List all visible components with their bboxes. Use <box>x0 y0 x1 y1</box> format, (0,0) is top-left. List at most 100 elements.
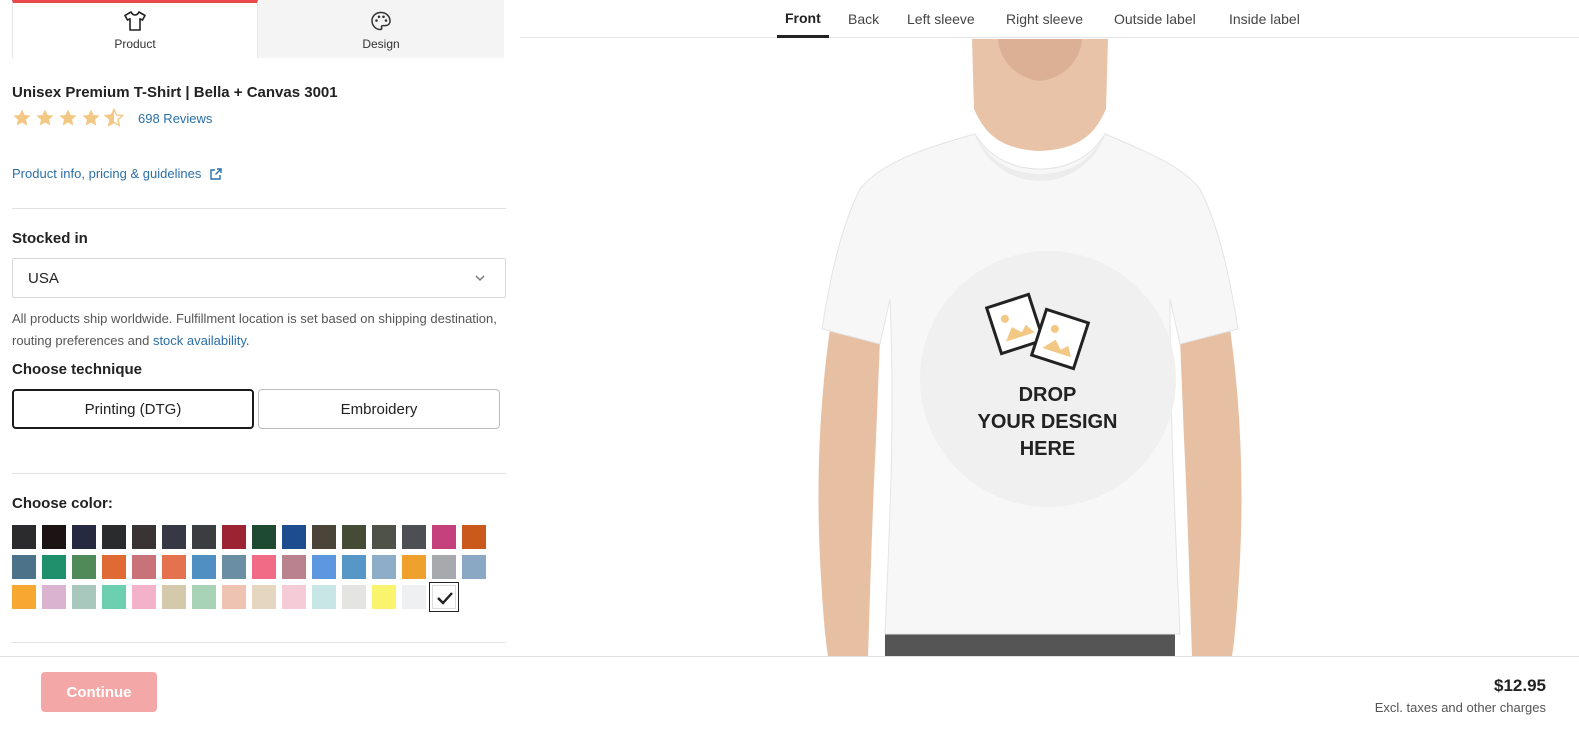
shipping-note-text: All products ship worldwide. Fulfillment… <box>12 311 497 348</box>
color-swatch[interactable] <box>432 555 456 579</box>
product-rating: 698 Reviews <box>12 108 212 128</box>
drop-text-line2: YOUR DESIGN <box>977 411 1118 433</box>
color-swatch[interactable] <box>402 555 426 579</box>
color-swatch[interactable] <box>222 585 246 609</box>
color-swatch[interactable] <box>342 525 366 549</box>
color-swatch-row <box>12 582 492 612</box>
color-swatch[interactable] <box>12 585 36 609</box>
stock-location-select[interactable]: USA <box>12 258 506 298</box>
chevron-down-icon <box>475 275 485 282</box>
color-swatch[interactable] <box>342 555 366 579</box>
color-swatch[interactable] <box>132 525 156 549</box>
tab-design-label: Design <box>362 36 400 51</box>
color-swatch[interactable] <box>372 585 396 609</box>
color-swatch[interactable] <box>312 585 336 609</box>
color-swatch[interactable] <box>222 555 246 579</box>
color-swatch[interactable] <box>72 555 96 579</box>
continue-button[interactable]: Continue <box>41 672 157 712</box>
tab-product[interactable]: Product <box>12 0 258 58</box>
color-swatch[interactable] <box>102 525 126 549</box>
technique-label: Choose technique <box>12 361 143 378</box>
color-swatch[interactable] <box>72 585 96 609</box>
color-swatch[interactable] <box>162 555 186 579</box>
color-swatch[interactable] <box>372 555 396 579</box>
color-swatch[interactable] <box>42 525 66 549</box>
checkmark-icon <box>437 592 453 605</box>
view-tab-outside-label[interactable]: Outside label <box>1114 0 1196 38</box>
color-swatch[interactable] <box>312 555 336 579</box>
star-full-icon <box>82 109 100 126</box>
color-label: Choose color: <box>12 495 113 512</box>
reviews-link[interactable]: 698 Reviews <box>138 111 212 126</box>
color-swatch[interactable] <box>462 555 486 579</box>
divider <box>12 208 506 209</box>
footer-divider <box>0 656 1579 657</box>
divider <box>12 642 506 643</box>
price-note: Excl. taxes and other charges <box>1374 700 1546 715</box>
color-swatch[interactable] <box>12 525 36 549</box>
color-swatch[interactable] <box>132 585 156 609</box>
product-preview: DROP YOUR DESIGN HERE <box>520 39 1579 656</box>
color-swatch[interactable] <box>12 555 36 579</box>
stock-availability-link[interactable]: stock availability <box>153 333 246 348</box>
tab-product-label: Product <box>114 36 156 51</box>
shipping-note: All products ship worldwide. Fulfillment… <box>12 308 502 352</box>
color-swatch[interactable] <box>252 585 276 609</box>
tab-design[interactable]: Design <box>258 0 504 58</box>
color-swatch[interactable] <box>282 525 306 549</box>
color-swatch-grid <box>12 525 492 615</box>
color-swatch[interactable] <box>192 585 216 609</box>
divider <box>12 473 506 474</box>
view-tabs: Front Back Left sleeve Right sleeve Outs… <box>520 0 1579 38</box>
star-full-icon <box>13 109 31 126</box>
color-swatch[interactable] <box>192 555 216 579</box>
view-tab-inside-label[interactable]: Inside label <box>1229 0 1300 38</box>
color-swatch[interactable] <box>252 525 276 549</box>
color-swatch[interactable] <box>162 525 186 549</box>
star-full-icon <box>59 109 77 126</box>
star-half-icon <box>104 108 124 127</box>
color-swatch[interactable] <box>132 555 156 579</box>
color-swatch[interactable] <box>282 585 306 609</box>
stock-location-value: USA <box>28 269 59 287</box>
color-swatch[interactable] <box>42 585 66 609</box>
color-swatch[interactable] <box>42 555 66 579</box>
star-full-icon <box>36 109 54 126</box>
tshirt-icon <box>124 10 146 31</box>
tshirt-mockup <box>818 39 1242 656</box>
price: $12.95 <box>1494 676 1546 695</box>
technique-embroidery-button[interactable]: Embroidery <box>258 389 500 429</box>
stocked-in-label: Stocked in <box>12 230 88 247</box>
color-swatch[interactable] <box>102 555 126 579</box>
color-swatch[interactable] <box>252 555 276 579</box>
color-swatch[interactable] <box>282 555 306 579</box>
drop-text-line1: DROP <box>1018 384 1077 406</box>
rating-stars <box>12 108 124 128</box>
color-swatch[interactable] <box>72 525 96 549</box>
color-swatch[interactable] <box>162 585 186 609</box>
color-swatch[interactable] <box>402 585 426 609</box>
color-swatch-row <box>12 525 492 549</box>
technique-printing-button[interactable]: Printing (DTG) <box>12 389 254 429</box>
view-tab-left-sleeve[interactable]: Left sleeve <box>907 0 975 38</box>
color-swatch[interactable] <box>102 585 126 609</box>
color-swatch[interactable] <box>432 525 456 549</box>
drop-design-zone[interactable]: DROP YOUR DESIGN HERE <box>930 382 1165 463</box>
color-swatch[interactable] <box>342 585 366 609</box>
color-swatch[interactable] <box>312 525 336 549</box>
palette-icon <box>371 11 391 30</box>
view-tab-front[interactable]: Front <box>777 0 829 38</box>
color-swatch[interactable] <box>222 525 246 549</box>
view-tab-right-sleeve[interactable]: Right sleeve <box>1006 0 1083 38</box>
color-swatch[interactable] <box>402 525 426 549</box>
color-swatch[interactable] <box>429 582 459 612</box>
color-swatch-row <box>12 555 492 579</box>
color-swatch[interactable] <box>462 525 486 549</box>
drop-text-line3: HERE <box>1019 438 1076 460</box>
color-swatch[interactable] <box>372 525 396 549</box>
product-title: Unisex Premium T-Shirt | Bella + Canvas … <box>12 84 338 101</box>
product-info-link[interactable]: Product info, pricing & guidelines <box>12 166 223 181</box>
external-link-icon <box>210 167 223 180</box>
color-swatch[interactable] <box>192 525 216 549</box>
view-tab-back[interactable]: Back <box>848 0 879 38</box>
